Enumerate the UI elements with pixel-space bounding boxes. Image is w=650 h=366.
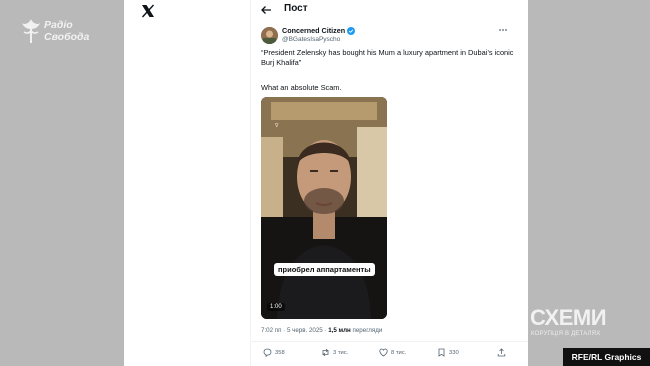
x-window: Пост Concerned Citizen @BGatesIsaPyscho … bbox=[124, 0, 528, 366]
video-duration: 1:00 bbox=[267, 303, 285, 311]
bookmark-button[interactable]: 330 bbox=[437, 348, 459, 357]
post-view: Пост Concerned Citizen @BGatesIsaPyscho … bbox=[251, 0, 528, 366]
repost-count: 3 тис. bbox=[333, 349, 349, 356]
radio-svoboda-logo-icon bbox=[22, 19, 40, 43]
bookmark-count: 330 bbox=[449, 349, 459, 356]
post-meta: 7:02 пп · 5 черв. 2025 · 1,5 млн перегля… bbox=[261, 327, 382, 334]
logo-line-1: Радіо bbox=[44, 19, 73, 31]
verified-badge-icon bbox=[347, 26, 356, 35]
bookmark-icon bbox=[438, 348, 445, 357]
share-icon bbox=[497, 348, 506, 357]
reply-icon bbox=[263, 348, 272, 357]
back-arrow-icon[interactable] bbox=[260, 4, 272, 16]
x-nav-column bbox=[124, 0, 250, 366]
author-name-row[interactable]: Concerned Citizen bbox=[282, 26, 356, 35]
avatar[interactable] bbox=[261, 27, 278, 44]
actions-divider bbox=[251, 341, 528, 342]
reply-count: 358 bbox=[275, 349, 285, 356]
post-views-count: 1,5 млн bbox=[328, 327, 351, 334]
page-title: Пост bbox=[284, 3, 308, 14]
video-player[interactable]: ᐁ приобрел аппартаменты 1:00 bbox=[261, 97, 387, 319]
like-icon bbox=[379, 348, 388, 357]
post-header: Пост bbox=[251, 0, 528, 20]
watermark-subtitle: КОРУПЦІЯ В ДЕТАЛЯХ bbox=[531, 331, 601, 337]
logo-line-2: Свобода bbox=[44, 31, 90, 43]
radio-svoboda-logo: Радіо Свобода bbox=[20, 17, 100, 51]
like-button[interactable]: 8 тис. bbox=[379, 348, 406, 357]
like-count: 8 тис. bbox=[391, 349, 407, 356]
repost-icon bbox=[322, 348, 329, 357]
more-icon[interactable] bbox=[498, 27, 508, 33]
tweet-text-2: What an absolute Scam. bbox=[261, 83, 342, 92]
video-caption: приобрел аппартаменты bbox=[274, 263, 375, 276]
reply-button[interactable]: 358 bbox=[263, 348, 285, 357]
tweet-text: “President Zelensky has bought his Mum a… bbox=[261, 48, 514, 67]
post-time[interactable]: 7:02 пп · 5 черв. 2025 · bbox=[261, 327, 328, 334]
watermark-title: СХЕМИ bbox=[530, 305, 607, 330]
post-views-label: перегляди bbox=[350, 327, 383, 334]
author-handle[interactable]: @BGatesIsaPyscho bbox=[282, 36, 340, 43]
image-credit: RFE/RL Graphics bbox=[563, 348, 650, 366]
svg-text:ᐁ: ᐁ bbox=[275, 123, 279, 129]
repost-button[interactable]: 3 тис. bbox=[321, 348, 348, 357]
video-frame: ᐁ bbox=[261, 97, 387, 319]
author-name[interactable]: Concerned Citizen bbox=[282, 26, 345, 35]
x-logo-icon[interactable] bbox=[141, 4, 155, 18]
schemy-watermark: СХЕМИ КОРУПЦІЯ В ДЕТАЛЯХ bbox=[528, 305, 628, 347]
share-button[interactable] bbox=[497, 348, 509, 357]
